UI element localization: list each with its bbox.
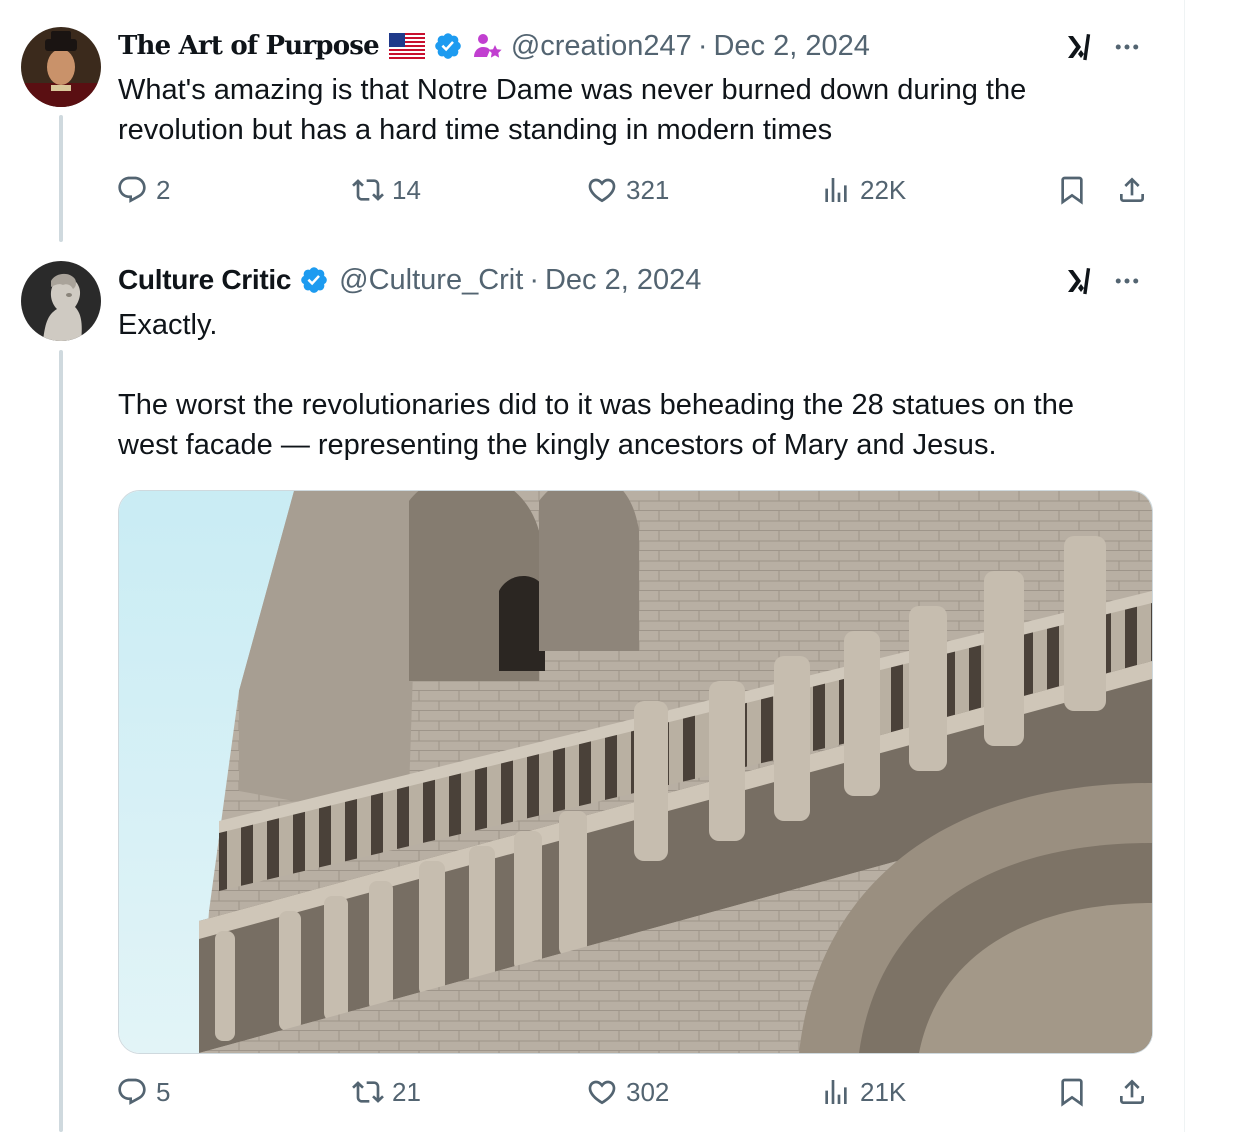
display-name[interactable]: The Art of Purpose	[118, 31, 380, 61]
verified-badge-icon[interactable]	[299, 265, 329, 295]
repost-count: 14	[392, 174, 421, 205]
repost-button[interactable]: 21	[352, 1076, 421, 1108]
us-flag-icon	[388, 33, 425, 59]
action-bar: 2 14 321 22K	[116, 174, 1156, 218]
display-name[interactable]: Culture Critic	[118, 264, 291, 296]
share-button[interactable]	[1116, 174, 1148, 206]
views-button[interactable]: 22K	[820, 174, 906, 206]
reply-button[interactable]: 5	[116, 1076, 170, 1108]
notre-dame-facade-image	[119, 491, 1152, 1053]
tweet-header: Culture Critic @Culture_Crit · Dec 2, 20…	[118, 260, 701, 300]
timeline-right-border	[1184, 0, 1185, 1132]
bookmark-icon	[1056, 1076, 1088, 1108]
like-icon	[586, 174, 618, 206]
views-button[interactable]: 21K	[820, 1076, 906, 1108]
repost-button[interactable]: 14	[352, 174, 421, 206]
views-count: 21K	[860, 1076, 907, 1107]
thread-line	[59, 350, 63, 1132]
views-icon	[820, 1076, 852, 1108]
reply-count: 2	[156, 174, 171, 205]
like-count: 321	[626, 174, 670, 205]
avatar-culture-critic[interactable]	[21, 261, 101, 341]
tweet-text: Exactly. The worst the revolutionaries d…	[118, 309, 1074, 461]
views-icon	[820, 174, 852, 206]
repost-count: 21	[392, 1076, 421, 1107]
like-count: 302	[626, 1076, 670, 1107]
share-icon	[1116, 174, 1148, 206]
views-count: 22K	[860, 174, 907, 205]
repost-icon	[352, 1076, 384, 1108]
reply-button[interactable]: 2	[116, 174, 170, 206]
timestamp[interactable]: Dec 2, 2024	[713, 30, 869, 63]
person-star-icon	[473, 34, 502, 58]
tweet-text: What's amazing is that Notre Dame was ne…	[118, 74, 1027, 146]
tweet-top-actions	[1064, 264, 1142, 298]
bookmark-icon	[1056, 174, 1088, 206]
like-button[interactable]: 321	[586, 174, 669, 206]
grok-icon[interactable]	[1064, 30, 1098, 64]
verified-badge-icon[interactable]	[433, 31, 463, 61]
like-button[interactable]: 302	[586, 1076, 669, 1108]
tweet-media-photo[interactable]	[118, 490, 1153, 1054]
thread-line	[59, 115, 63, 242]
bookmark-button[interactable]	[1056, 174, 1088, 206]
grok-icon[interactable]	[1064, 264, 1098, 298]
handle[interactable]: @Culture_Crit	[339, 264, 523, 297]
bookmark-button[interactable]	[1056, 1076, 1088, 1108]
reply-icon	[116, 1076, 148, 1108]
share-button[interactable]	[1116, 1076, 1148, 1108]
like-icon	[586, 1076, 618, 1108]
share-icon	[1116, 1076, 1148, 1108]
action-bar: 5 21 302 21K	[116, 1076, 1156, 1120]
avatar-the-art-of-purpose[interactable]	[21, 27, 101, 107]
more-icon[interactable]	[1112, 266, 1142, 296]
tweet-header: The Art of Purpose @creation247 · Dec 2,…	[118, 26, 870, 66]
tweet-top-actions	[1064, 30, 1142, 64]
reply-icon	[116, 174, 148, 206]
handle[interactable]: @creation247	[511, 30, 692, 63]
reply-count: 5	[156, 1076, 171, 1107]
repost-icon	[352, 174, 384, 206]
separator-dot: ·	[697, 29, 708, 62]
more-icon[interactable]	[1112, 32, 1142, 62]
separator-dot: ·	[529, 263, 539, 296]
timestamp[interactable]: Dec 2, 2024	[545, 264, 701, 297]
